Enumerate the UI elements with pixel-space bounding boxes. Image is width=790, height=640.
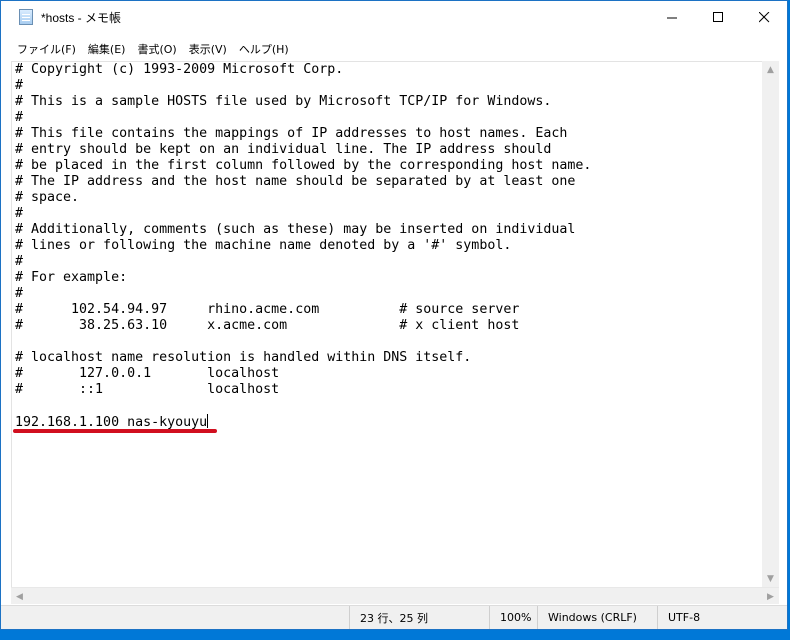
notepad-icon [19,9,33,25]
menu-edit[interactable]: 編集(E) [82,39,132,59]
editor-line: # [15,286,24,301]
editor-line: # 38.25.63.10 x.acme.com # x client host [15,318,520,333]
editor-line: # localhost name resolution is handled w… [15,350,472,365]
menu-help[interactable]: ヘルプ(H) [233,39,295,59]
minimize-button[interactable] [649,1,695,33]
editor-line: # Copyright (c) 1993-2009 Microsoft Corp… [15,62,344,77]
editor-text[interactable]: # Copyright (c) 1993-2009 Microsoft Corp… [15,62,591,430]
maximize-button[interactable] [695,1,741,33]
status-bar: 23 行、25 列 100% Windows (CRLF) UTF-8 [1,605,787,629]
menu-format[interactable]: 書式(O) [131,39,182,59]
notepad-window: *hosts - メモ帳 ファイル(F) 編集(E) 書式(O) 表示(V) ヘ… [0,0,788,630]
menu-bar: ファイル(F) 編集(E) 書式(O) 表示(V) ヘルプ(H) [1,39,295,59]
editor-line-hosts-entry: 192.168.1.100 nas-kyouyu [15,414,591,430]
window-title: *hosts - メモ帳 [41,10,122,25]
editor-line: # lines or following the machine name de… [15,238,512,253]
status-zoom: 100% [489,606,537,629]
status-line-ending: Windows (CRLF) [537,606,657,629]
close-button[interactable] [741,1,787,33]
scroll-down-arrow-icon[interactable]: ▼ [762,570,779,587]
horizontal-scrollbar[interactable]: ◀ ▶ [11,587,779,604]
menu-view[interactable]: 表示(V) [183,39,233,59]
minimize-icon [666,17,677,18]
editor-line: # [15,254,24,269]
status-encoding: UTF-8 [657,606,787,629]
title-bar[interactable]: *hosts - メモ帳 [1,1,787,33]
scroll-left-arrow-icon[interactable]: ◀ [11,588,28,605]
editor-line: # be placed in the first column followed… [15,158,592,173]
window-controls [649,1,787,33]
editor-line: # [15,78,24,93]
close-icon [758,11,769,22]
editor-line: # ::1 localhost [15,382,280,397]
editor-line: # This is a sample HOSTS file used by Mi… [15,94,552,109]
editor-line: # This file contains the mappings of IP … [15,126,568,141]
scroll-up-arrow-icon[interactable]: ▲ [762,61,779,78]
editor-line: # The IP address and the host name shoul… [15,174,576,189]
editor-line: # entry should be kept on an individual … [15,142,552,157]
text-editor[interactable]: # Copyright (c) 1993-2009 Microsoft Corp… [11,61,779,587]
red-underline-annotation [13,429,217,433]
editor-line: # 127.0.0.1 localhost [15,366,280,381]
menu-file[interactable]: ファイル(F) [11,39,82,59]
status-cursor-position: 23 行、25 列 [349,606,489,629]
maximize-icon [712,11,723,22]
editor-line: # For example: [15,270,128,285]
vertical-scrollbar[interactable]: ▲ ▼ [762,61,779,587]
hosts-entry-text: 192.168.1.100 nas-kyouyu [15,415,208,430]
editor-line: # [15,110,24,125]
editor-line: # space. [15,190,80,205]
text-caret [207,414,209,428]
editor-line: # Additionally, comments (such as these)… [15,222,576,237]
scroll-right-arrow-icon[interactable]: ▶ [762,588,779,605]
editor-line: # 102.54.94.97 rhino.acme.com # source s… [15,302,520,317]
editor-line: # [15,206,24,221]
